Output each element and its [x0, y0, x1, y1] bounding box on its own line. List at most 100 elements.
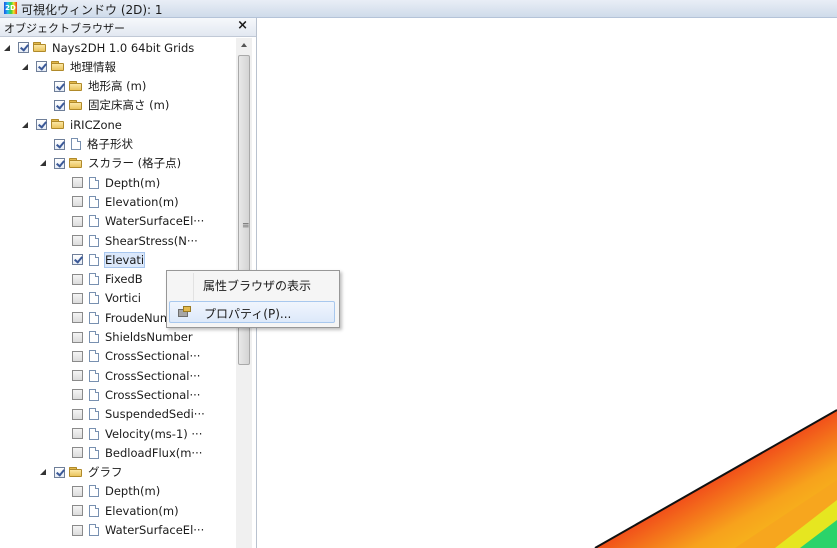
- document-icon: [89, 446, 99, 459]
- tree-checkbox[interactable]: [72, 447, 83, 459]
- tree-checkbox[interactable]: [72, 331, 83, 343]
- document-icon: [89, 388, 99, 401]
- tree-checkbox[interactable]: [54, 80, 65, 92]
- menu-item-label: 属性ブラウザの表示: [203, 279, 312, 293]
- tree-item[interactable]: WaterSurfaceEl···: [58, 212, 204, 231]
- tree-checkbox[interactable]: [72, 370, 83, 382]
- tree-item[interactable]: Nays2DH 1.0 64bit Grids: [4, 38, 194, 57]
- tree-item-label: Velocity(ms-1) ···: [105, 426, 203, 441]
- tree-checkbox[interactable]: [72, 254, 83, 266]
- visualization-2d-icon: 2D: [4, 2, 17, 14]
- tree-item-label: BedloadFlux(m···: [105, 445, 203, 460]
- tree-checkbox[interactable]: [72, 292, 83, 304]
- tree-checkbox[interactable]: [72, 215, 83, 227]
- tree-checkbox[interactable]: [72, 196, 83, 208]
- tree-item[interactable]: スカラー (格子点): [40, 154, 181, 173]
- tree-item-label: iRICZone: [70, 117, 122, 132]
- expand-arrow-icon[interactable]: [40, 159, 48, 167]
- tree-item[interactable]: Vortici: [58, 289, 141, 308]
- document-icon: [89, 253, 99, 266]
- tree-item[interactable]: CrossSectional···: [58, 366, 200, 385]
- tree-item[interactable]: 格子形状: [40, 135, 133, 154]
- tree-checkbox[interactable]: [72, 389, 83, 401]
- tree-checkbox[interactable]: [72, 350, 83, 362]
- tree-checkbox[interactable]: [54, 466, 65, 478]
- tree-item-label: 地理情報: [70, 59, 116, 74]
- object-browser-title: オブジェクトブラウザー: [4, 22, 125, 35]
- tree-checkbox[interactable]: [72, 235, 83, 246]
- tree-item-label: Depth(m): [105, 484, 161, 499]
- tree-checkbox[interactable]: [72, 408, 83, 420]
- menu-item-show-attribute-browser[interactable]: 属性ブラウザの表示: [169, 274, 335, 296]
- folder-icon: [51, 61, 65, 72]
- tree-item-label: Vortici: [105, 291, 141, 306]
- expand-arrow-icon[interactable]: [22, 121, 30, 129]
- tree-checkbox[interactable]: [36, 119, 47, 131]
- expand-arrow-icon[interactable]: [40, 468, 48, 476]
- tree-checkbox[interactable]: [72, 312, 83, 324]
- tree-item-label: FixedB: [105, 272, 143, 287]
- document-icon: [89, 350, 99, 363]
- folder-icon: [69, 99, 83, 111]
- tree-item[interactable]: FixedB: [58, 270, 143, 289]
- tree-item-label: WaterSurfaceEl···: [105, 214, 205, 229]
- menu-item-label: プロパティ(P)...: [204, 307, 292, 321]
- document-icon: [89, 369, 99, 382]
- tree-item[interactable]: 固定床高さ (m): [40, 96, 169, 115]
- tree-checkbox[interactable]: [18, 42, 29, 53]
- document-icon: [89, 234, 99, 247]
- tree-item-label: Elevati: [103, 251, 146, 268]
- tree-item[interactable]: CrossSectional···: [58, 347, 200, 366]
- tree-item[interactable]: Elevation(m): [58, 501, 179, 520]
- tree-checkbox[interactable]: [72, 428, 83, 439]
- tree-item[interactable]: ShearStress(N···: [58, 231, 198, 250]
- tree-checkbox[interactable]: [72, 505, 83, 517]
- tree-item[interactable]: SuspendedSedi···: [58, 405, 205, 424]
- document-icon: [89, 215, 99, 228]
- tree-item-label: CrossSectional···: [105, 387, 201, 402]
- tree-checkbox[interactable]: [72, 273, 83, 285]
- tree-item-label: WaterSurfaceEl···: [105, 523, 205, 537]
- tree-checkbox[interactable]: [54, 157, 65, 169]
- tree-item[interactable]: Velocity(ms-1) ···: [58, 424, 202, 443]
- menu-item-properties[interactable]: プロパティ(P)...: [169, 301, 335, 323]
- tree-item[interactable]: iRICZone: [22, 115, 122, 134]
- tree-item[interactable]: WaterSurfaceEl···: [58, 521, 204, 540]
- tree-item[interactable]: Depth(m): [58, 482, 160, 501]
- expand-arrow-icon[interactable]: [4, 44, 12, 52]
- document-icon: [89, 311, 99, 324]
- tree-item-label: スカラー (格子点): [88, 156, 182, 171]
- properties-icon: [178, 306, 192, 318]
- tree-checkbox[interactable]: [54, 138, 65, 150]
- tree-item[interactable]: 地形高 (m): [40, 77, 146, 96]
- document-icon: [89, 427, 99, 440]
- tree-item-label: グラフ: [88, 465, 123, 480]
- tree-checkbox[interactable]: [72, 485, 83, 497]
- tree-item[interactable]: Elevati: [58, 250, 146, 269]
- tree-item-label: ShieldsNumber: [105, 330, 193, 344]
- close-icon[interactable]: ×: [237, 18, 248, 33]
- document-icon: [89, 504, 99, 517]
- tree-checkbox[interactable]: [72, 524, 83, 536]
- tree-item-label: CrossSectional···: [105, 349, 201, 364]
- folder-icon: [69, 466, 83, 478]
- document-icon: [89, 195, 99, 208]
- window-title-bar: 2D 可視化ウィンドウ (2D): 1: [0, 0, 837, 18]
- tree-item[interactable]: 地理情報: [22, 57, 116, 76]
- tree-checkbox[interactable]: [54, 99, 65, 111]
- tree-item[interactable]: Elevation(m): [58, 192, 179, 211]
- tree-item-label: Elevation(m): [105, 194, 179, 209]
- tree-item-label: CrossSectional···: [105, 368, 201, 383]
- tree-item[interactable]: グラフ: [40, 463, 123, 482]
- tree-checkbox[interactable]: [72, 177, 83, 189]
- tree-item[interactable]: ShieldsNumber: [58, 328, 193, 347]
- tree-item-label: Elevation(m): [105, 503, 179, 518]
- tree-item[interactable]: BedloadFlux(m···: [58, 443, 202, 462]
- folder-icon: [51, 119, 65, 130]
- expand-arrow-icon[interactable]: [22, 63, 30, 71]
- document-icon: [89, 273, 99, 286]
- tree-item[interactable]: Depth(m): [58, 173, 160, 192]
- scroll-up-arrow-icon[interactable]: [236, 38, 252, 52]
- tree-checkbox[interactable]: [36, 61, 47, 73]
- tree-item[interactable]: CrossSectional···: [58, 385, 200, 404]
